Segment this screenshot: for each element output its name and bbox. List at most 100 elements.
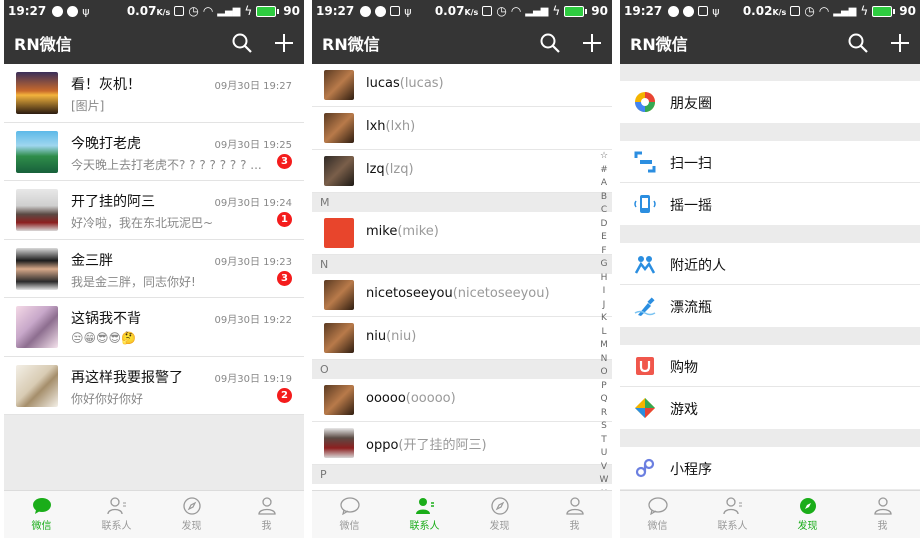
tab-me[interactable]: 我 [845, 491, 920, 538]
avatar [324, 323, 354, 353]
tab-chats[interactable]: 微信 [4, 491, 79, 538]
contact-item[interactable]: lxh(lxh) [312, 107, 612, 150]
contact-item[interactable]: lucas(lucas) [312, 64, 612, 107]
discover-item-shopping[interactable]: 购物 [620, 345, 920, 387]
tab-discover[interactable]: 发现 [770, 491, 845, 538]
index-letter[interactable]: V [601, 461, 607, 475]
index-letter[interactable]: E [601, 231, 607, 245]
network-speed: 0.07K/s [434, 4, 479, 18]
discover-item-nearby[interactable]: 附近的人 [620, 243, 920, 285]
alphabet-index[interactable]: ☆#ABCDEFGHIJKLMNOPQRSTUVWXYZ [598, 150, 610, 490]
drift-bottle-icon [634, 297, 656, 316]
person-icon [873, 497, 892, 515]
tab-contacts[interactable]: 联系人 [695, 491, 770, 538]
battery-level: 90 [591, 4, 608, 18]
chat-item[interactable]: 金三胖 09月30日 19:23 我是金三胖，同志你好! 3 [4, 239, 304, 298]
scan-icon [634, 151, 656, 173]
avatar [324, 428, 354, 458]
chat-name: 看！灰机！ [71, 77, 141, 93]
tab-label: 发现 [489, 521, 510, 532]
chat-name: 金三胖 [71, 252, 113, 269]
index-letter[interactable]: K [601, 312, 607, 326]
chat-item[interactable]: 这锅我不背 09月30日 19:22 😒😁😎😎🤔 [4, 298, 304, 357]
avatar [16, 247, 58, 290]
chat-item[interactable]: 看！灰机！ 09月30日 19:27 [图片] [4, 64, 304, 123]
tab-contacts[interactable]: 联系人 [79, 491, 154, 538]
section-header: O [312, 360, 612, 379]
index-letter[interactable]: G [601, 258, 608, 272]
index-letter[interactable]: C [601, 204, 607, 218]
discover-group: 扫一扫 摇一摇 [620, 141, 920, 225]
discover-item-drift-bottle[interactable]: 漂流瓶 [620, 285, 920, 327]
index-letter[interactable]: Q [600, 393, 607, 407]
index-letter[interactable]: D [601, 218, 608, 232]
contact-nickname: (lzq) [384, 162, 414, 177]
index-letter[interactable]: A [601, 177, 607, 191]
index-letter[interactable]: N [601, 353, 608, 367]
tab-me[interactable]: 我 [229, 491, 304, 538]
index-letter[interactable]: H [601, 272, 608, 286]
section-header: M [312, 193, 612, 212]
nearby-people-icon [634, 256, 656, 274]
index-letter[interactable]: M [600, 339, 608, 353]
index-letter[interactable]: L [601, 326, 606, 340]
chat-item[interactable]: 开了挂的阿三 09月30日 19:24 好冷啦，我在东北玩泥巴~ 1 [4, 181, 304, 240]
search-icon[interactable] [540, 33, 560, 53]
contact-item[interactable]: oppo(开了挂的阿三) [312, 422, 612, 465]
notification-icons: ψ [52, 5, 89, 18]
tab-chats[interactable]: 微信 [312, 491, 387, 538]
chat-item[interactable]: 再这样我要报警了 09月30日 19:19 你好你好你好 2 [4, 356, 304, 415]
index-letter[interactable]: T [601, 434, 607, 448]
index-letter[interactable]: ☆ [600, 150, 608, 164]
index-letter[interactable]: J [603, 299, 606, 313]
charging-icon: ϟ [860, 4, 869, 18]
contact-item[interactable]: niu(niu) [312, 317, 612, 360]
contact-item[interactable]: ooooo(ooooo) [312, 379, 612, 422]
alarm-icon: ◷ [496, 4, 507, 18]
index-letter[interactable]: P [601, 380, 606, 394]
index-letter[interactable]: B [601, 191, 607, 205]
tab-contacts[interactable]: 联系人 [387, 491, 462, 538]
discover-item-game[interactable]: 游戏 [620, 387, 920, 429]
tab-discover[interactable]: 发现 [462, 491, 537, 538]
index-letter[interactable]: U [601, 447, 608, 461]
contact-name: oppo [366, 438, 399, 453]
discover-item-scan[interactable]: 扫一扫 [620, 141, 920, 183]
add-icon[interactable] [274, 33, 294, 53]
tab-chats[interactable]: 微信 [620, 491, 695, 538]
charging-icon: ϟ [244, 4, 253, 18]
contacts-screen: 19:27 ψ 0.07K/s ◷ ◠ ▂▄▆ ϟ 90 R N 微信 lucas(… [312, 0, 612, 538]
tab-bar: 微信 联系人 发现 我 [620, 490, 920, 538]
app-root: 19:27 ψ 0.07K/s ◷ ◠ ▂▄▆ ϟ 90 R N 微信 看！灰机！ … [0, 0, 923, 538]
contact-item[interactable]: nicetoseeyou(nicetoseeyou) [312, 274, 612, 317]
index-letter[interactable]: R [601, 407, 607, 421]
status-bar: 19:27 ψ 0.02K/s ◷ ◠ ▂▄▆ ϟ 90 [620, 0, 920, 22]
discover-label: 漂流瓶 [670, 300, 712, 316]
tab-discover[interactable]: 发现 [154, 491, 229, 538]
index-letter[interactable]: F [601, 245, 606, 259]
avatar [324, 280, 354, 310]
unread-badge: 1 [277, 212, 292, 227]
status-time: 19:27 [316, 4, 355, 18]
add-icon[interactable] [890, 33, 910, 53]
alarm-icon: ◷ [188, 4, 199, 18]
status-bar: 19:27 ψ 0.07K/s ◷ ◠ ▂▄▆ ϟ 90 [312, 0, 612, 22]
search-icon[interactable] [232, 33, 252, 53]
tab-me[interactable]: 我 [537, 491, 612, 538]
add-icon[interactable] [582, 33, 602, 53]
index-letter[interactable]: W [600, 474, 609, 488]
person-icon [565, 497, 584, 515]
index-letter[interactable]: O [600, 366, 607, 380]
compass-icon [799, 498, 816, 514]
contact-item[interactable]: mike(mike) [312, 212, 612, 255]
contact-item[interactable]: lzq(lzq) [312, 150, 612, 193]
chat-item[interactable]: 今晚打老虎 09月30日 19:25 今天晚上去打老虎不? ? ? ? ? ? … [4, 122, 304, 181]
discover-item-shake[interactable]: 摇一摇 [620, 183, 920, 225]
index-letter[interactable]: S [601, 420, 607, 434]
discover-label: 摇一摇 [670, 198, 712, 214]
index-letter[interactable]: # [600, 164, 608, 178]
index-letter[interactable]: I [603, 285, 606, 299]
discover-item-mini-program[interactable]: 小程序 [620, 447, 920, 489]
discover-item-moments[interactable]: 朋友圈 [620, 81, 920, 123]
search-icon[interactable] [848, 33, 868, 53]
